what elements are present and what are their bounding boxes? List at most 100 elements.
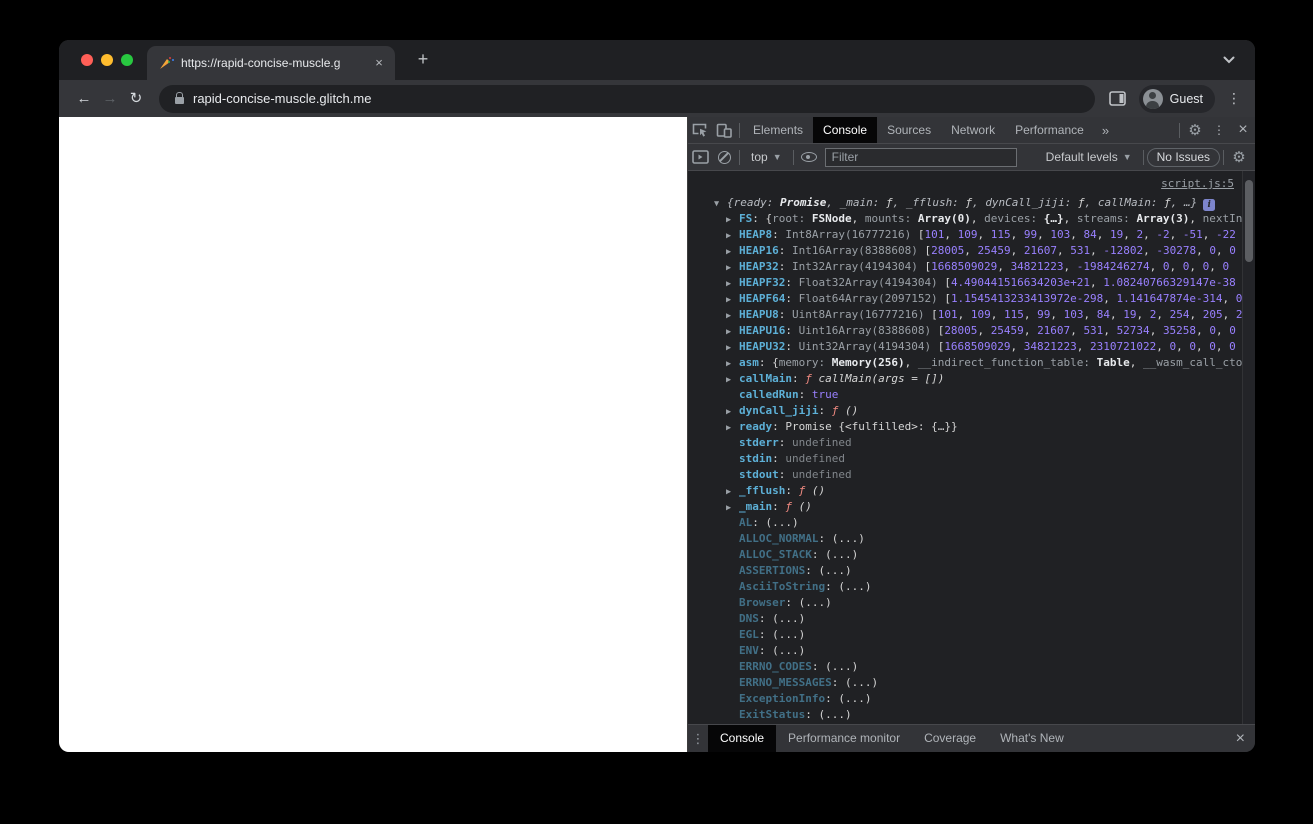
expand-arrow-icon[interactable]: ▶ xyxy=(726,260,739,275)
getter-ellipsis-button[interactable]: (...) xyxy=(772,628,805,641)
console-line: ▶ HEAP32: Int32Array(4194304) [1668509029… xyxy=(688,259,1242,275)
console-line: ENV: (...) xyxy=(739,644,806,657)
scrollbar-track[interactable] xyxy=(1242,171,1255,724)
devtools-close-icon[interactable]: × xyxy=(1231,117,1255,144)
getter-ellipsis-button[interactable]: (...) xyxy=(825,660,858,673)
expand-arrow-icon[interactable]: ▶ xyxy=(726,420,739,435)
console-toolbar: top ▼ Default levels ▼ No Issues ⚙ xyxy=(688,144,1255,171)
expand-arrow-icon[interactable]: ▶ xyxy=(726,356,739,371)
drawer-tab-coverage[interactable]: Coverage xyxy=(912,725,988,752)
devtools-tabbar: Elements Console Sources Network Perform… xyxy=(688,117,1255,144)
console-line: ASSERTIONS: (...) xyxy=(739,564,852,577)
console-line: ERRNO_CODES: (...) xyxy=(739,660,859,673)
console-line: ▶ FS: {root: FSNode, mounts: Array(0), de… xyxy=(688,211,1242,227)
console-sidebar-icon[interactable] xyxy=(688,144,712,171)
reload-icon[interactable]: ↻ xyxy=(123,86,149,112)
console-line: calledRun: true xyxy=(739,388,839,401)
console-line: ERRNO_MESSAGES: (...) xyxy=(739,676,879,689)
console-line: AL: (...) xyxy=(739,516,799,529)
getter-ellipsis-button[interactable]: (...) xyxy=(845,676,878,689)
drawer-tab-whats-new[interactable]: What's New xyxy=(988,725,1076,752)
drawer-menu-icon[interactable]: ⋮ xyxy=(688,731,708,747)
issues-button[interactable]: No Issues xyxy=(1146,147,1220,167)
expand-arrow-icon[interactable]: ▶ xyxy=(726,324,739,339)
expand-arrow-icon[interactable]: ▶ xyxy=(726,292,739,307)
expand-arrow-icon[interactable]: ▶ xyxy=(726,212,739,227)
divider xyxy=(739,122,740,138)
devtools-panel: Elements Console Sources Network Perform… xyxy=(687,117,1255,752)
tab-search-chevron-icon[interactable] xyxy=(1219,50,1239,70)
console-rows: ▼ {ready: Promise, _main: ƒ, _fflush: ƒ, … xyxy=(688,179,1242,724)
getter-ellipsis-button[interactable]: (...) xyxy=(799,596,832,609)
new-tab-button[interactable]: + xyxy=(411,48,435,72)
expand-arrow-icon[interactable]: ▶ xyxy=(726,228,739,243)
tab-console[interactable]: Console xyxy=(813,117,878,143)
expand-arrow-icon[interactable]: ▶ xyxy=(726,484,739,499)
context-selector[interactable]: top ▼ xyxy=(743,150,790,164)
back-icon[interactable]: ← xyxy=(71,86,97,112)
profile-label: Guest xyxy=(1169,91,1203,106)
minimize-window-button[interactable] xyxy=(101,54,113,66)
expand-arrow-icon[interactable]: ▶ xyxy=(726,308,739,323)
live-expression-eye-icon[interactable] xyxy=(797,144,821,171)
tab-sources[interactable]: Sources xyxy=(877,117,941,143)
inspect-element-icon[interactable] xyxy=(688,117,712,144)
tab-elements[interactable]: Elements xyxy=(743,117,813,143)
scrollbar-thumb[interactable] xyxy=(1245,180,1253,262)
tab-performance[interactable]: Performance xyxy=(1005,117,1094,143)
expand-arrow-icon[interactable]: ▶ xyxy=(726,404,739,419)
getter-ellipsis-button[interactable]: (...) xyxy=(832,532,865,545)
getter-ellipsis-button[interactable]: (...) xyxy=(838,692,871,705)
window-controls xyxy=(81,54,133,66)
browser-menu-icon[interactable]: ⋮ xyxy=(1223,90,1245,107)
getter-ellipsis-button[interactable]: (...) xyxy=(766,516,799,529)
console-line: FS_createDataFile: (...) xyxy=(688,723,1242,724)
console-line: ▼ {ready: Promise, _main: ƒ, _fflush: ƒ, … xyxy=(688,195,1242,211)
more-tabs-icon[interactable]: » xyxy=(1094,123,1117,138)
secure-lock-icon[interactable] xyxy=(175,91,184,104)
console-settings-gear-icon[interactable]: ⚙ xyxy=(1227,144,1251,171)
getter-ellipsis-button[interactable]: (...) xyxy=(825,548,858,561)
desktop-background: https://rapid-concise-muscle.g × + ← → ↻… xyxy=(0,0,1313,824)
drawer-close-icon[interactable]: × xyxy=(1236,730,1245,748)
getter-ellipsis-button[interactable]: (...) xyxy=(818,708,851,721)
chevron-down-icon: ▼ xyxy=(772,152,782,162)
expand-arrow-icon[interactable]: ▶ xyxy=(726,276,739,291)
profile-button[interactable]: Guest xyxy=(1138,84,1215,113)
getter-ellipsis-button[interactable]: (...) xyxy=(772,612,805,625)
clear-console-icon[interactable] xyxy=(712,144,736,171)
browser-tab[interactable]: https://rapid-concise-muscle.g × xyxy=(147,46,395,80)
getter-ellipsis-button[interactable]: (...) xyxy=(838,580,871,593)
expand-arrow-icon[interactable]: ▶ xyxy=(726,244,739,259)
divider xyxy=(739,149,740,165)
forward-icon[interactable]: → xyxy=(97,86,123,112)
console-line: ExitStatus: (...) xyxy=(739,708,852,721)
expand-arrow-icon[interactable]: ▼ xyxy=(714,196,727,211)
console-line: ▶ HEAP8: Int8Array(16777216) [101, 109, 1… xyxy=(688,227,1242,243)
getter-ellipsis-button[interactable]: (...) xyxy=(818,564,851,577)
console-line: ▶ HEAP16: Int16Array(8388608) [28005, 254… xyxy=(688,243,1242,259)
expand-arrow-icon[interactable]: ▶ xyxy=(726,372,739,387)
side-panel-icon[interactable] xyxy=(1105,86,1131,112)
divider xyxy=(1223,149,1224,165)
tab-close-icon[interactable]: × xyxy=(371,55,387,71)
close-window-button[interactable] xyxy=(81,54,93,66)
object-state-info-icon[interactable]: i xyxy=(1203,199,1216,211)
getter-ellipsis-button[interactable]: (...) xyxy=(772,644,805,657)
log-levels-label: Default levels xyxy=(1045,150,1118,164)
expand-arrow-icon[interactable]: ▶ xyxy=(726,340,739,355)
log-levels-selector[interactable]: Default levels ▼ xyxy=(1038,150,1140,164)
address-bar[interactable]: rapid-concise-muscle.glitch.me xyxy=(159,84,1095,113)
device-toolbar-icon[interactable] xyxy=(712,117,736,144)
devtools-settings-gear-icon[interactable]: ⚙ xyxy=(1183,117,1207,144)
drawer-tab-performance-monitor[interactable]: Performance monitor xyxy=(776,725,912,752)
devtools-menu-icon[interactable]: ⋮ xyxy=(1207,117,1231,144)
expand-arrow-icon[interactable]: ▶ xyxy=(726,500,739,515)
console-line: ▶ callMain: ƒ callMain(args = []) xyxy=(688,371,1242,387)
context-label: top xyxy=(751,150,768,164)
tab-network[interactable]: Network xyxy=(941,117,1005,143)
filter-input[interactable] xyxy=(824,147,1017,167)
drawer-tab-console[interactable]: Console xyxy=(708,725,777,752)
console-line: Browser: (...) xyxy=(739,596,832,609)
fullscreen-window-button[interactable] xyxy=(121,54,133,66)
